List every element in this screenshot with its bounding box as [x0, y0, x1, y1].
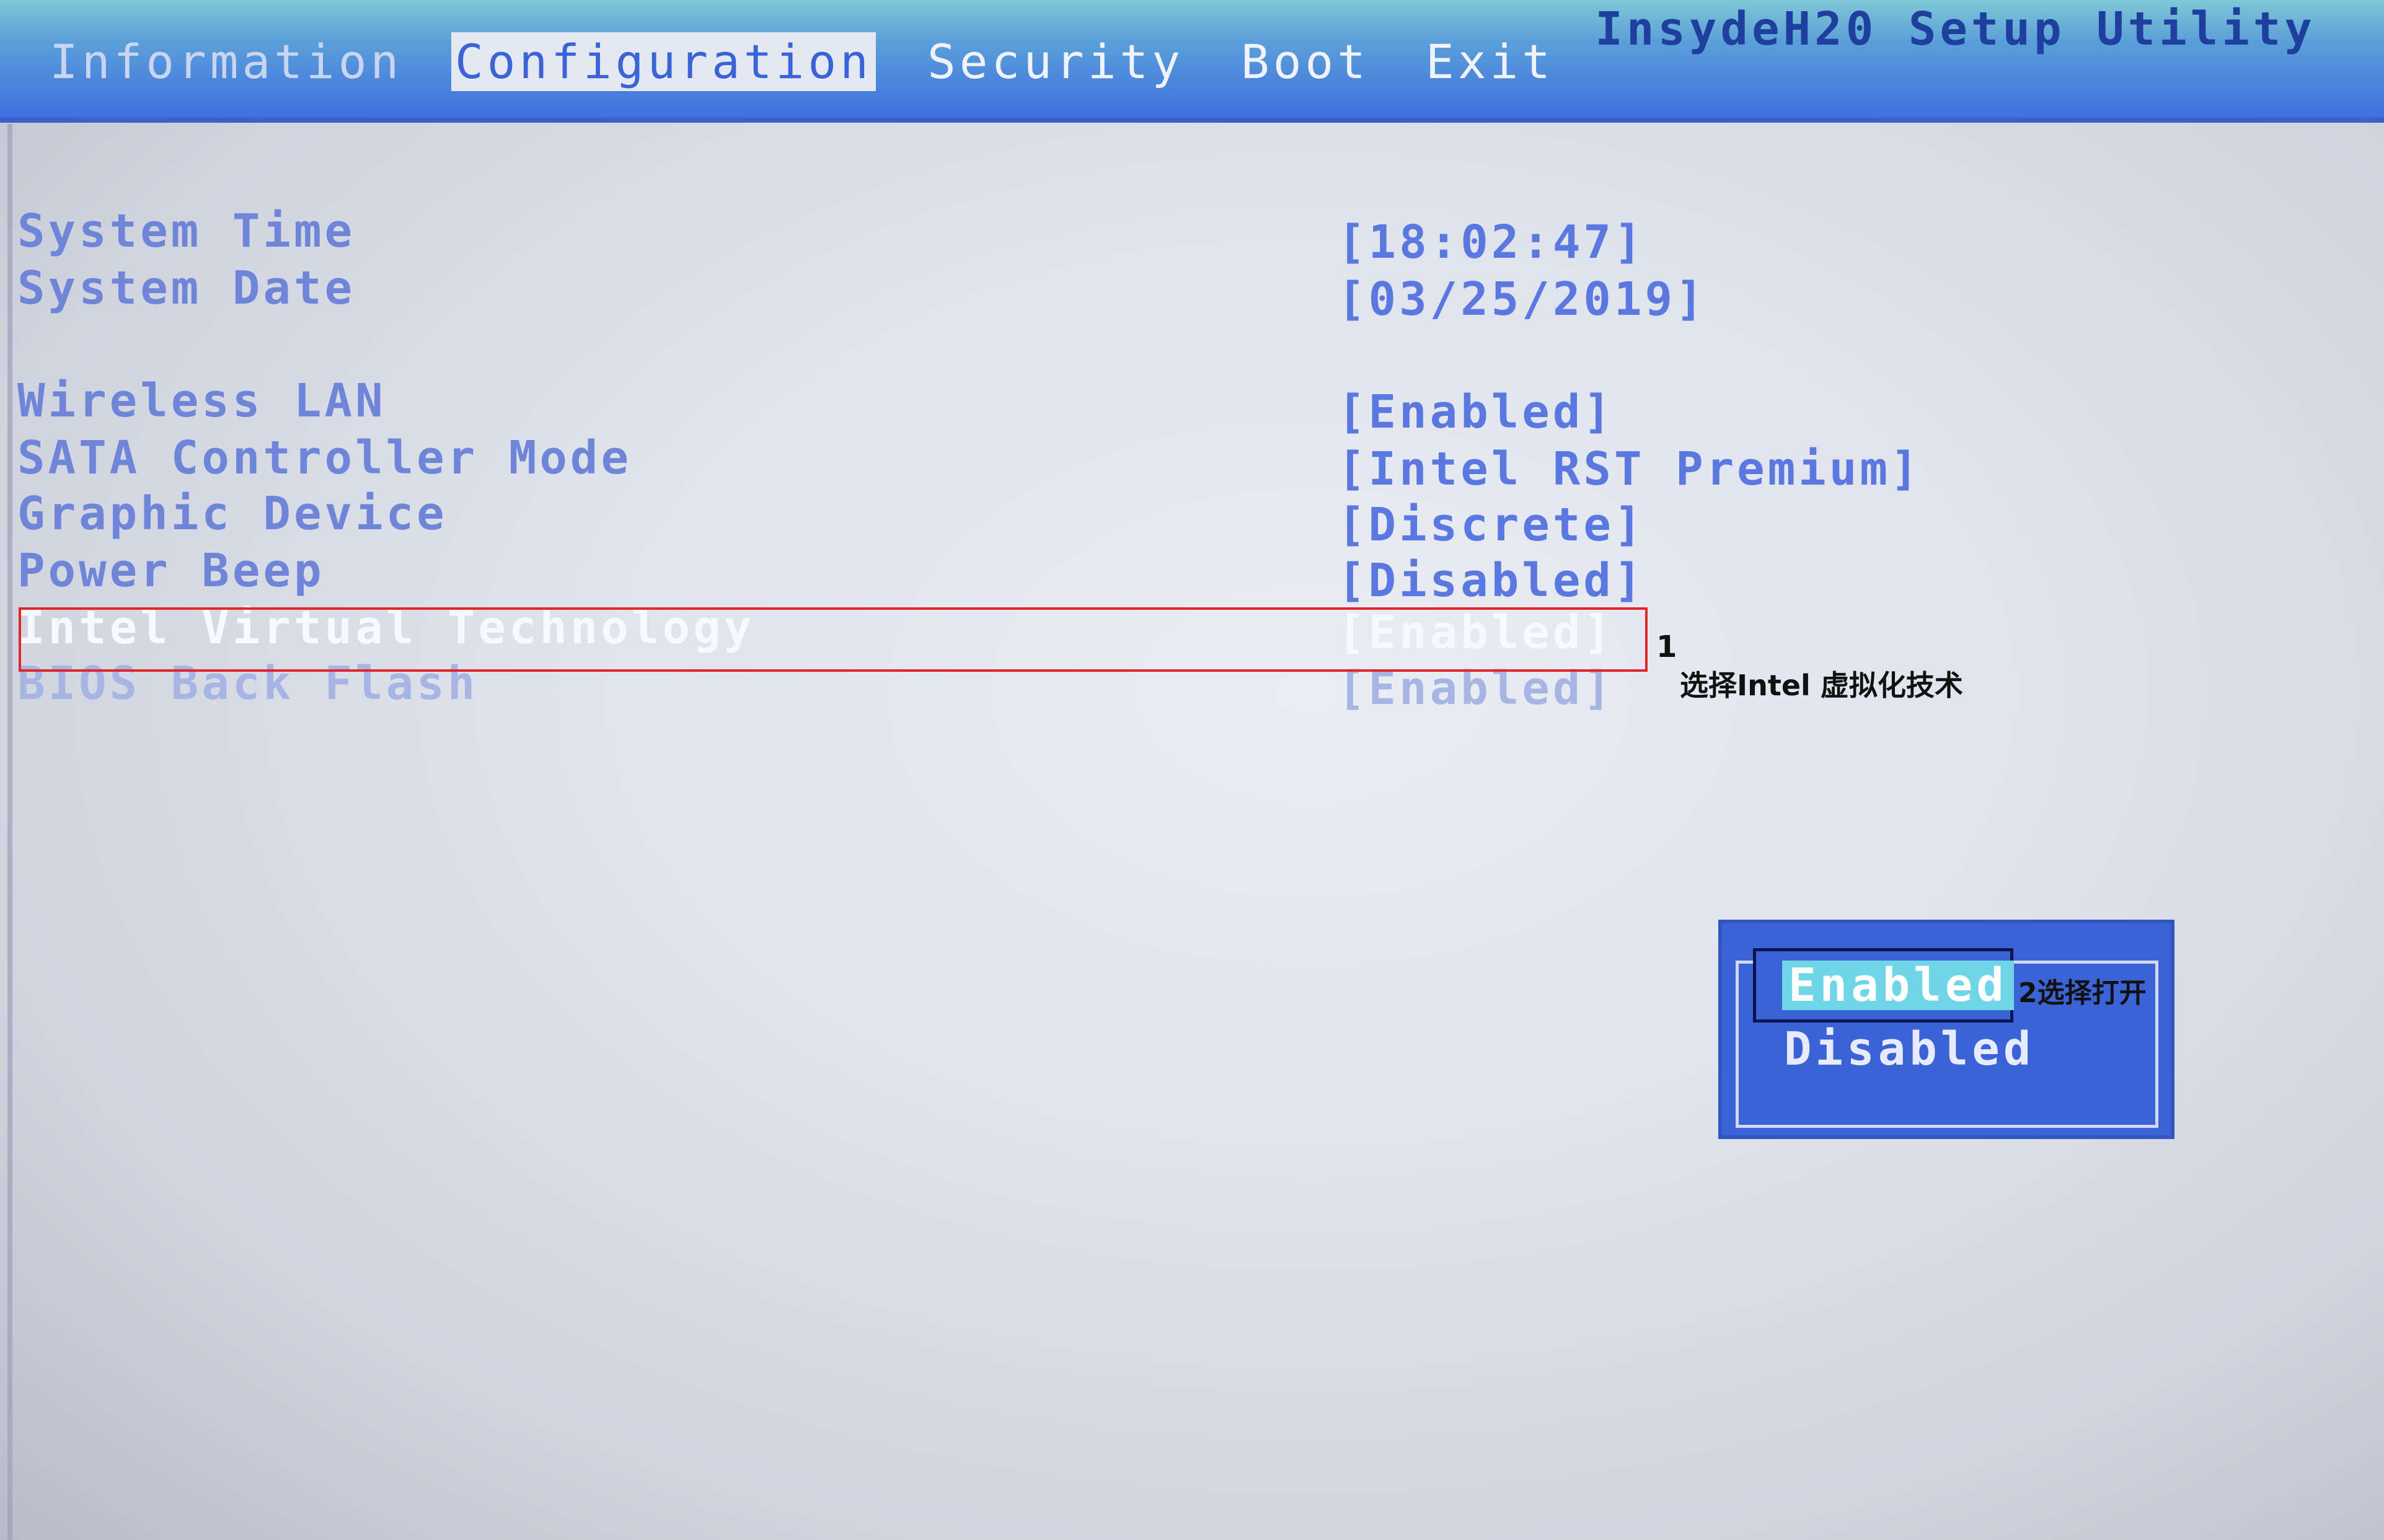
option-disabled[interactable]: Disabled — [1784, 1023, 2034, 1076]
option-enabled-label: Enabled — [1782, 961, 2014, 1010]
setting-row-graphic-device[interactable]: Graphic Device [Discrete] — [17, 487, 2373, 552]
tab-configuration[interactable]: Configuration — [451, 32, 876, 91]
setting-row-system-time[interactable]: System Time [18:02:47] — [17, 205, 2373, 269]
setting-row-system-date[interactable]: System Date [03/25/2019] — [17, 262, 2373, 326]
setting-row-power-beep[interactable]: Power Beep [Disabled] — [17, 544, 2373, 607]
setting-label: System Date — [17, 262, 356, 315]
tab-information[interactable]: Information — [50, 32, 402, 91]
tab-exit[interactable]: Exit — [1426, 32, 1554, 91]
option-enabled[interactable]: Enabled — [1753, 948, 2014, 1023]
setting-row-wireless-lan[interactable]: Wireless LAN [Enabled] — [17, 374, 2373, 439]
setting-label: SATA Controller Mode — [17, 431, 632, 485]
menu-bar: InsydeH20 Setup Utility Information Conf… — [0, 0, 2384, 118]
step2-caption: 2选择打开 — [2018, 977, 2147, 1009]
setting-row-sata-controller-mode[interactable]: SATA Controller Mode [Intel RST Premium] — [17, 431, 2373, 496]
setting-label: Graphic Device — [17, 487, 448, 540]
setting-label: System Time — [17, 205, 356, 258]
setting-label: Wireless LAN — [17, 374, 386, 428]
app-title: InsydeH20 Setup Utility — [1595, 2, 2316, 56]
setting-value[interactable]: [Disabled] — [1338, 554, 1645, 607]
highlight-box — [19, 607, 1648, 672]
content-frame-border — [7, 124, 12, 1540]
step1-caption: 选择Intel 虚拟化技术 — [1680, 669, 1963, 702]
setting-label: Power Beep — [17, 544, 325, 597]
setting-value[interactable]: [03/25/2019] — [1338, 273, 1706, 326]
step1-number: 1 — [1656, 630, 1677, 664]
menu-divider — [0, 118, 2384, 123]
tab-boot[interactable]: Boot — [1241, 32, 1369, 91]
option-popup: Enabled Disabled — [1718, 920, 2174, 1139]
tab-security[interactable]: Security — [927, 32, 1184, 91]
